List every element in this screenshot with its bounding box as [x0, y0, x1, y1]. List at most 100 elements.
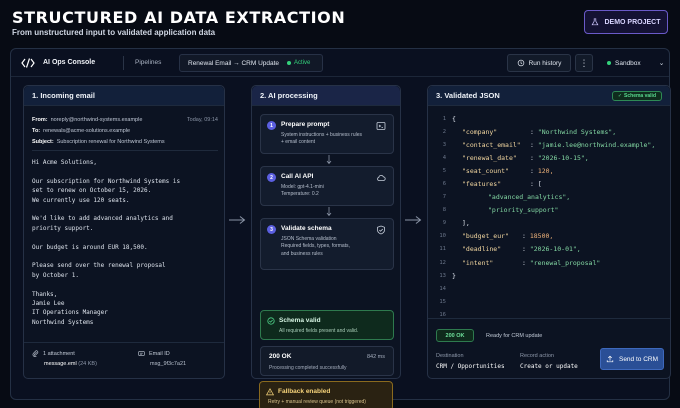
arrow-down-icon	[326, 155, 332, 165]
panel-title: 2. AI processing	[252, 86, 400, 106]
json-colon: :	[522, 258, 526, 267]
line-number: 10	[439, 233, 446, 240]
api-response-status: 200 OK 842 ms Processing completed succe…	[260, 346, 394, 376]
code-text: : "renewal_proposal"	[522, 259, 600, 267]
run-history-button[interactable]: Run history	[507, 54, 571, 72]
code-text: "features"	[462, 180, 501, 188]
check-circle-icon	[267, 317, 275, 325]
json-value: 18500,	[529, 232, 554, 241]
schema-valid-status: Schema valid All required fields present…	[260, 310, 394, 340]
json-colon: :	[530, 153, 534, 162]
step-title: Validate schema	[281, 225, 332, 232]
paperclip-icon	[32, 350, 39, 357]
chevron-down-icon: ⌄	[658, 60, 665, 67]
code-text: : [	[530, 180, 542, 188]
run-history-label: Run history	[528, 59, 562, 67]
to-address: renewals@acme-solutions.example	[43, 127, 131, 134]
send-to-crm-button[interactable]: Send to CRM	[600, 348, 664, 370]
json-value: "advanced_analytics",	[488, 193, 571, 202]
code-text: : "Northwind Systems",	[530, 128, 616, 136]
code-line: 12 "intent": "renewal_proposal"	[428, 256, 670, 269]
code-text: : "2026-10-15",	[530, 154, 589, 162]
demo-project-button[interactable]: DEMO PROJECT	[584, 10, 668, 34]
destination-value: CRM / Opportunities	[436, 363, 505, 370]
arrow-down-icon	[326, 207, 332, 217]
more-menu-button[interactable]: ⋮	[575, 54, 593, 72]
json-value: "renewal_proposal"	[529, 258, 601, 267]
line-number: 14	[439, 285, 446, 292]
json-code-view: 1{ 2 "company": "Northwind Systems", 3 "co…	[428, 112, 670, 322]
latency: 842 ms	[366, 354, 385, 360]
record-action-label: Record action	[520, 353, 554, 359]
json-value: "2026-10-15",	[537, 153, 589, 162]
step-prepare-prompt[interactable]: 1 Prepare prompt System instructions + b…	[260, 114, 394, 154]
from-label: From:	[32, 116, 48, 123]
email-id-label: Email ID	[149, 350, 170, 357]
code-text: "seat_count"	[462, 167, 509, 175]
ready-status: Ready for CRM update	[486, 333, 543, 339]
code-line: 3 "contact_email": "jamie.lee@northwind.e…	[428, 138, 670, 151]
line-number: 13	[439, 272, 446, 279]
json-key: "deadline"	[462, 245, 502, 254]
json-colon: :	[530, 166, 534, 175]
json-colon: :	[530, 140, 534, 149]
to-label: To:	[32, 127, 41, 134]
step-validate-schema[interactable]: 3 Validate schema JSON Schema validation…	[260, 218, 394, 270]
pipeline-selector[interactable]: Renewal Email → CRM Update Active	[179, 54, 323, 72]
step-description: System instructions + business rules + e…	[281, 132, 363, 146]
arrow-right-icon	[405, 216, 422, 224]
email-paragraph: Please send over the renewal proposal by…	[32, 262, 166, 279]
code-text: : "jamie.lee@northwind.example",	[530, 141, 655, 149]
code-line: 13}	[428, 269, 670, 282]
status-dot-icon	[287, 61, 292, 65]
pipelines-link[interactable]: Pipelines	[135, 59, 161, 66]
line-number: 3	[442, 141, 446, 148]
code-line: 10 "budget_eur": 18500,	[428, 230, 670, 243]
cloud-icon	[377, 175, 386, 181]
subject-label: Subject:	[32, 138, 54, 145]
divider	[32, 150, 218, 151]
email-paragraph: We'd like to add advanced analytics and …	[32, 215, 173, 232]
page-title: STRUCTURED AI DATA EXTRACTION	[12, 8, 346, 27]
line-number: 1	[442, 115, 446, 122]
line-number: 12	[439, 259, 446, 266]
code-line: 8 "priority_support"	[428, 204, 670, 217]
step-number: 1	[267, 121, 276, 130]
attachment-info[interactable]: 1 attachment message.eml (24 KB)	[32, 350, 97, 367]
console-topbar: AI Ops Console Pipelines Renewal Email →…	[11, 49, 669, 77]
attachment-filename: message.eml	[44, 361, 77, 367]
record-action-value: Create or update	[520, 363, 578, 370]
email-id-value: msg_9f3c7a21	[150, 361, 187, 367]
json-value: "2026-10-01",	[529, 245, 581, 254]
line-number: 8	[442, 207, 446, 214]
panel-title: 1. Incoming email	[24, 86, 224, 106]
environment-selector[interactable]: Sandbox ⌄	[607, 59, 665, 67]
json-key: "seat_count"	[462, 166, 509, 175]
json-key: "budget_eur"	[462, 232, 509, 241]
fallback-status: Fallback enabled Retry + manual review q…	[259, 381, 393, 408]
code-line: 2 "company": "Northwind Systems",	[428, 125, 670, 138]
environment-status-icon	[607, 61, 611, 65]
step-call-ai-api[interactable]: 2 Call AI API Model: gpt-4.1-mini Temper…	[260, 166, 394, 206]
code-icon	[21, 58, 35, 68]
divider	[123, 56, 124, 70]
code-text: "company"	[462, 128, 497, 136]
code-text: }	[452, 271, 456, 280]
json-key: "features"	[462, 180, 502, 189]
validated-json-panel: 3. Validated JSON ✓ Schema valid 1{ 2 "co…	[427, 85, 671, 379]
email-paragraph: Thanks, Jamie Lee IT Operations Manager …	[32, 290, 108, 326]
console-title: AI Ops Console	[43, 59, 96, 66]
line-number: 9	[442, 220, 446, 227]
status-description: All required fields present and valid.	[279, 328, 359, 334]
json-bracket: [	[537, 180, 542, 189]
step-number: 3	[267, 225, 276, 234]
environment-label: Sandbox	[615, 59, 641, 67]
code-text: "intent"	[462, 259, 493, 267]
step-number: 2	[267, 173, 276, 182]
email-paragraph: Hi Acme Solutions,	[32, 159, 98, 166]
arrow-right-icon	[229, 216, 246, 224]
json-key: "renewal_date"	[462, 153, 517, 162]
panel-title: 3. Validated JSON	[436, 91, 500, 100]
code-text: "deadline"	[462, 245, 501, 253]
code-text: "budget_eur"	[462, 232, 509, 240]
